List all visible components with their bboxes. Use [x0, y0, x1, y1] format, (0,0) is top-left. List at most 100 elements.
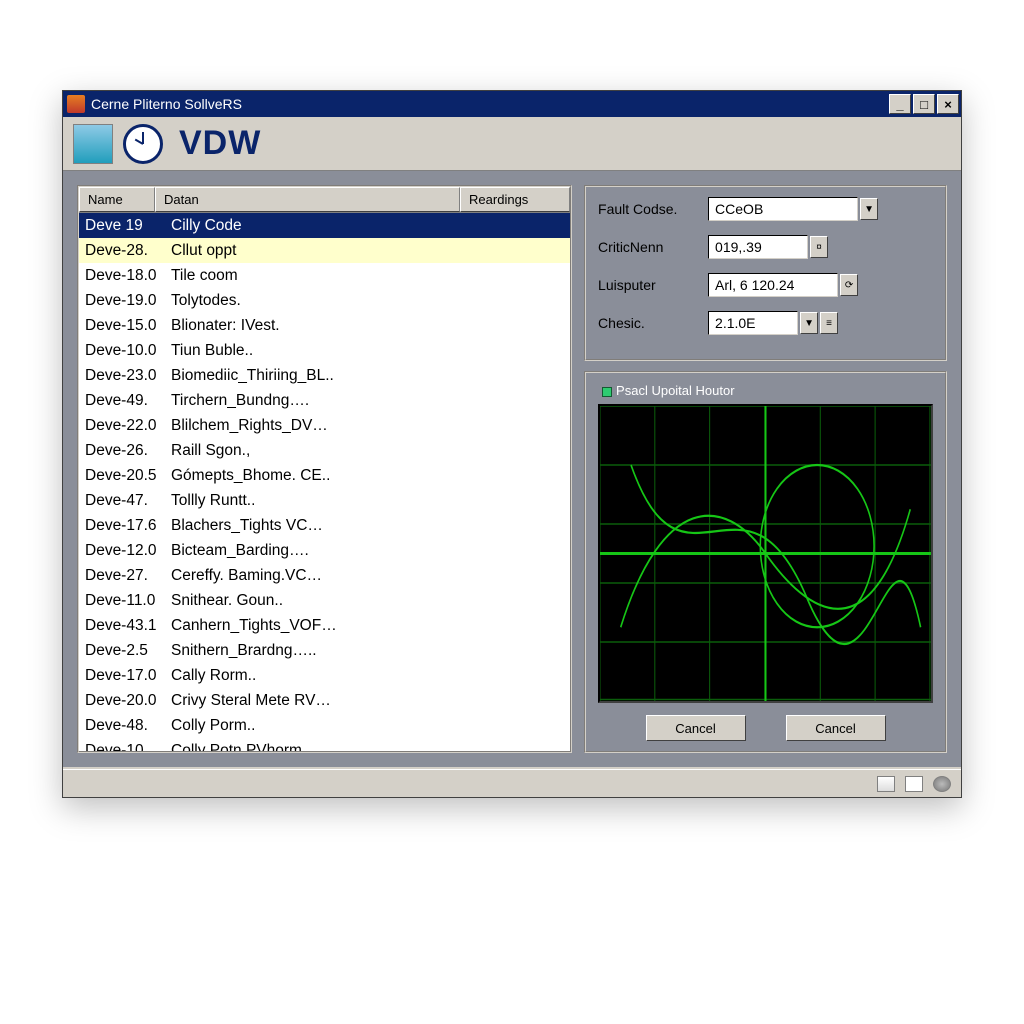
- table-row[interactable]: Deve-28.Cllut oppt: [79, 238, 570, 263]
- chesic-field[interactable]: 2.1.0E: [708, 311, 798, 335]
- properties-panel: Fault Codse. CCeOB ▼ CriticNenn 019,.39 …: [584, 185, 947, 361]
- table-row[interactable]: Deve-10.Colly Potn PVhorm..: [79, 738, 570, 751]
- cell-datan: Cereffy. Baming.VC…: [171, 564, 564, 587]
- table-row[interactable]: Deve 19Cilly Code: [79, 213, 570, 238]
- cell-datan: Snithern_Brardng…..: [171, 639, 564, 662]
- critic-stepper-icon[interactable]: ¤: [810, 236, 828, 258]
- status-printer-icon[interactable]: [905, 776, 923, 792]
- cell-name: Deve-2.5: [85, 639, 171, 662]
- table-row[interactable]: Deve-20.0Crivy Steral Mete RV…: [79, 688, 570, 713]
- cell-name: Deve-20.5: [85, 464, 171, 487]
- table-row[interactable]: Deve-43.1Canhern_Tights_VOF…: [79, 613, 570, 638]
- cell-name: Deve-47.: [85, 489, 171, 512]
- chesic-dropdown-icon[interactable]: ▼: [800, 312, 818, 334]
- window-title: Cerne Pliterno SollveRS: [91, 96, 887, 112]
- cell-datan: Blilchem_Rights_DV…: [171, 414, 564, 437]
- cell-name: Deve-49.: [85, 389, 171, 412]
- cell-datan: Cilly Code: [171, 214, 564, 237]
- cell-name: Deve-26.: [85, 439, 171, 462]
- table-row[interactable]: Deve-47.Tollly Runtt..: [79, 488, 570, 513]
- chesic-options-icon[interactable]: ≡: [820, 312, 838, 334]
- scope-button-row: Cancel Cancel: [598, 715, 933, 741]
- cell-name: Deve-27.: [85, 564, 171, 587]
- cell-name: Deve-10.0: [85, 339, 171, 362]
- close-button[interactable]: ×: [937, 94, 959, 114]
- cell-datan: Blionater: IVest.: [171, 314, 564, 337]
- table-row[interactable]: Deve-48.Colly Porm..: [79, 713, 570, 738]
- cell-datan: Tile coom: [171, 264, 564, 287]
- detail-panel: Fault Codse. CCeOB ▼ CriticNenn 019,.39 …: [584, 185, 947, 753]
- cell-datan: Tolytodes.: [171, 289, 564, 312]
- list-header: Name Datan Reardings: [79, 187, 570, 213]
- table-row[interactable]: Deve-19.0Tolytodes.: [79, 288, 570, 313]
- cell-name: Deve-11.0: [85, 589, 171, 612]
- table-row[interactable]: Deve-27.Cereffy. Baming.VC…: [79, 563, 570, 588]
- picture-icon[interactable]: [73, 124, 113, 164]
- cell-name: Deve-20.0: [85, 689, 171, 712]
- cell-name: Deve-18.0: [85, 264, 171, 287]
- title-bar[interactable]: Cerne Pliterno SollveRS _ □ ×: [63, 91, 961, 117]
- luisputer-refresh-icon[interactable]: ⟳: [840, 274, 858, 296]
- toolbar: VDW: [63, 117, 961, 171]
- clock-icon[interactable]: [123, 124, 163, 164]
- cell-datan: Gómepts_Bhome. CE..: [171, 464, 564, 487]
- table-row[interactable]: Deve-2.5Snithern_Brardng…..: [79, 638, 570, 663]
- critic-label: CriticNenn: [598, 239, 708, 255]
- device-list[interactable]: Deve 19Cilly CodeDeve-28.Cllut opptDeve-…: [79, 213, 570, 751]
- cell-datan: Canhern_Tights_VOF…: [171, 614, 564, 637]
- cell-name: Deve-23.0: [85, 364, 171, 387]
- status-document-icon[interactable]: [877, 776, 895, 792]
- column-header-datan[interactable]: Datan: [155, 187, 460, 212]
- cell-datan: Raill Sgon.,: [171, 439, 564, 462]
- minimize-button[interactable]: _: [889, 94, 911, 114]
- table-row[interactable]: Deve-12.0Bicteam_Barding….: [79, 538, 570, 563]
- fault-code-row: Fault Codse. CCeOB ▼: [598, 197, 933, 221]
- cell-datan: Crivy Steral Mete RV…: [171, 689, 564, 712]
- scope-display[interactable]: [598, 404, 933, 703]
- cell-datan: Colly Porm..: [171, 714, 564, 737]
- table-row[interactable]: Deve-15.0Blionater: IVest.: [79, 313, 570, 338]
- column-header-name[interactable]: Name: [79, 187, 155, 212]
- cell-name: Deve-22.0: [85, 414, 171, 437]
- fault-code-dropdown-icon[interactable]: ▼: [860, 198, 878, 220]
- status-led-icon: [602, 387, 612, 397]
- critic-field[interactable]: 019,.39: [708, 235, 808, 259]
- scope-panel: Psacl Upoital Houtor: [584, 371, 947, 753]
- cancel-button[interactable]: Cancel: [646, 715, 746, 741]
- table-row[interactable]: Deve-11.0Snithear. Goun..: [79, 588, 570, 613]
- maximize-button[interactable]: □: [913, 94, 935, 114]
- client-area: Name Datan Reardings Deve 19Cilly CodeDe…: [63, 171, 961, 767]
- luisputer-label: Luisputer: [598, 277, 708, 293]
- critic-row: CriticNenn 019,.39 ¤: [598, 235, 933, 259]
- table-row[interactable]: Deve-10.0Tiun Buble..: [79, 338, 570, 363]
- table-row[interactable]: Deve-26.Raill Sgon.,: [79, 438, 570, 463]
- cell-name: Deve-19.0: [85, 289, 171, 312]
- cell-name: Deve-17.0: [85, 664, 171, 687]
- chesic-label: Chesic.: [598, 315, 708, 331]
- table-row[interactable]: Deve-49.Tirchern_Bundng….: [79, 388, 570, 413]
- table-row[interactable]: Deve-22.0Blilchem_Rights_DV…: [79, 413, 570, 438]
- luisputer-field[interactable]: Arl, 6 120.24: [708, 273, 838, 297]
- fault-code-field[interactable]: CCeOB: [708, 197, 858, 221]
- cell-datan: Tirchern_Bundng….: [171, 389, 564, 412]
- cell-name: Deve-10.: [85, 739, 171, 751]
- table-row[interactable]: Deve-18.0Tile coom: [79, 263, 570, 288]
- cell-name: Deve-48.: [85, 714, 171, 737]
- table-row[interactable]: Deve-17.6Blachers_Tights VC…: [79, 513, 570, 538]
- table-row[interactable]: Deve-20.5Gómepts_Bhome. CE..: [79, 463, 570, 488]
- cell-name: Deve-12.0: [85, 539, 171, 562]
- luisputer-row: Luisputer Arl, 6 120.24 ⟳: [598, 273, 933, 297]
- cell-datan: Bicteam_Barding….: [171, 539, 564, 562]
- column-header-readings[interactable]: Reardings: [460, 187, 570, 212]
- status-gear-icon[interactable]: [933, 776, 951, 792]
- table-row[interactable]: Deve-23.0Biomediic_Thiriing_BL..: [79, 363, 570, 388]
- cell-datan: Biomediic_Thiriing_BL..: [171, 364, 564, 387]
- cancel-button-2[interactable]: Cancel: [786, 715, 886, 741]
- brand-logo: VDW: [179, 124, 261, 163]
- cell-name: Deve 19: [85, 214, 171, 237]
- cell-datan: Blachers_Tights VC…: [171, 514, 564, 537]
- table-row[interactable]: Deve-17.0Cally Rorm..: [79, 663, 570, 688]
- cell-name: Deve-28.: [85, 239, 171, 262]
- status-bar: [63, 769, 961, 797]
- scope-title: Psacl Upoital Houtor: [602, 383, 933, 398]
